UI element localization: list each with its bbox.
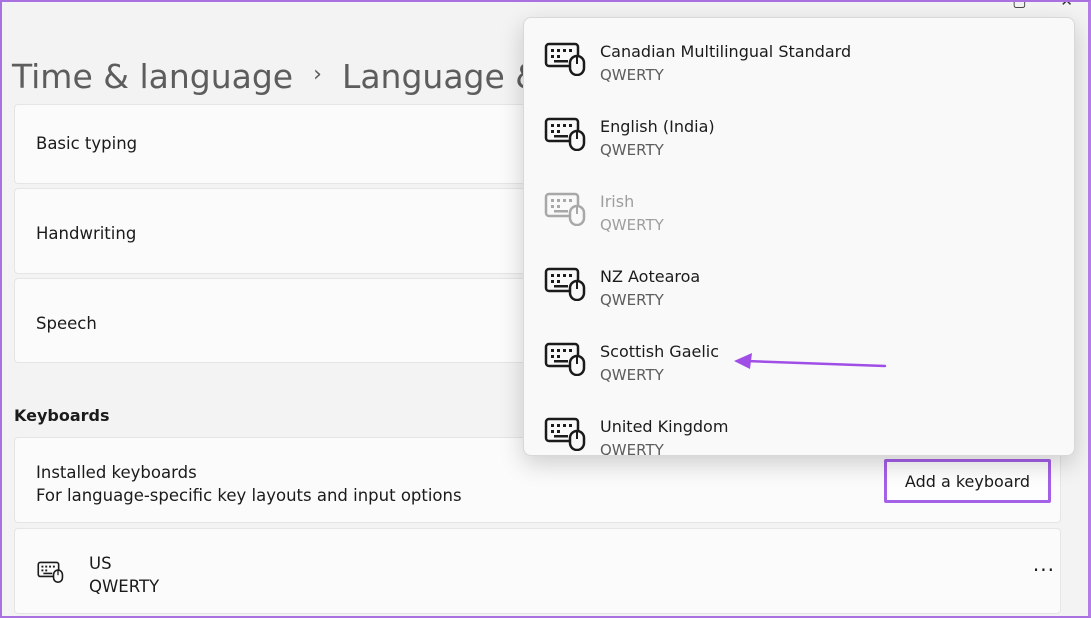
breadcrumb-parent[interactable]: Time & language [12, 57, 293, 96]
keyboard-row-us: US QWERTY [14, 528, 1061, 614]
chevron-right-icon: › [313, 61, 322, 87]
keyboard-icon [37, 561, 64, 583]
flyout-item-layout: QWERTY [600, 291, 664, 309]
keyboard-icon [544, 417, 586, 451]
keyboard-name: US [89, 554, 112, 573]
keyboard-icon [544, 267, 586, 301]
handwriting-label: Handwriting [36, 224, 137, 243]
installed-keyboards-title: Installed keyboards [36, 463, 197, 482]
keyboard-layout: QWERTY [89, 577, 160, 596]
installed-keyboards-subtitle: For language-specific key layouts and in… [36, 486, 462, 505]
flyout-item-united-kingdom[interactable]: United Kingdom QWERTY [524, 393, 1074, 456]
speech-label: Speech [36, 314, 97, 333]
flyout-item-layout: QWERTY [600, 366, 664, 384]
flyout-item-name: English (India) [600, 117, 715, 136]
flyout-item-layout: QWERTY [600, 216, 664, 234]
flyout-item-name: United Kingdom [600, 417, 729, 436]
flyout-item-nz-aotearoa[interactable]: NZ Aotearoa QWERTY [524, 243, 1074, 318]
keyboard-icon [544, 192, 586, 226]
add-a-keyboard-button[interactable]: Add a keyboard [884, 459, 1051, 503]
keyboard-picker-flyout: Canadian Multilingual Standard QWERTY En… [523, 17, 1075, 456]
annotation-arrow [734, 353, 887, 369]
close-icon[interactable]: ✕ [1060, 0, 1073, 10]
keyboards-section-title: Keyboards [14, 406, 110, 425]
flyout-item-english-india[interactable]: English (India) QWERTY [524, 93, 1074, 168]
keyboard-icon [544, 42, 586, 76]
keyboard-icon [544, 342, 586, 376]
flyout-item-irish: Irish QWERTY [524, 168, 1074, 243]
flyout-item-layout: QWERTY [600, 141, 664, 159]
flyout-item-name: Canadian Multilingual Standard [600, 42, 852, 61]
more-options-icon[interactable]: ··· [1033, 558, 1055, 582]
flyout-item-layout: QWERTY [600, 441, 664, 456]
breadcrumb-current: Language & [341, 56, 542, 96]
maximize-icon[interactable]: ▢ [1012, 0, 1026, 10]
flyout-item-layout: QWERTY [600, 66, 664, 84]
flyout-item-name: Scottish Gaelic [600, 342, 720, 361]
basic-typing-label: Basic typing [36, 134, 138, 153]
flyout-item-name: Irish [600, 192, 635, 211]
window-controls: ▢ ✕ [1012, 0, 1073, 10]
flyout-item-name: NZ Aotearoa [600, 267, 701, 286]
breadcrumb: Time & language › Language & [12, 52, 541, 100]
flyout-item-canadian-multilingual-standard[interactable]: Canadian Multilingual Standard QWERTY [524, 18, 1074, 93]
keyboard-icon [544, 117, 586, 151]
